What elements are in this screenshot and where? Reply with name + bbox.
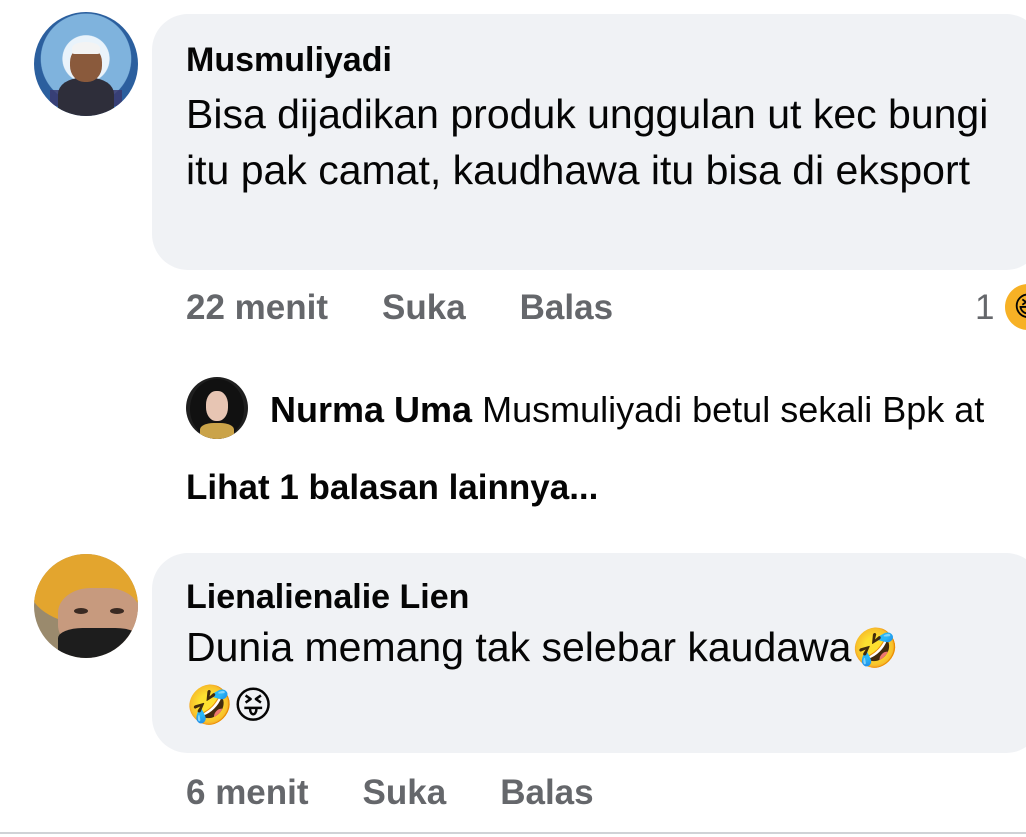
laughing-emoji-icon[interactable]: 😆 bbox=[1005, 284, 1026, 330]
rofl-emoji-icon: 🤣 bbox=[186, 683, 234, 727]
comment-timestamp[interactable]: 22 menit bbox=[186, 288, 328, 328]
comment-text-body: Dunia memang tak selebar kaudawa bbox=[186, 624, 852, 670]
comment-author[interactable]: Lienalienalie Lien bbox=[186, 577, 1012, 617]
comment-author[interactable]: Musmuliyadi bbox=[186, 40, 1012, 80]
avatar-nurma-uma[interactable] bbox=[186, 377, 248, 439]
avatar-eye bbox=[110, 608, 124, 614]
comment-bubble[interactable]: Musmuliyadi Bisa dijadikan produk unggul… bbox=[152, 14, 1026, 270]
avatar-face bbox=[206, 391, 228, 421]
comment-text: Dunia memang tak selebar kaudawa🤣 🤣😝 bbox=[186, 619, 996, 733]
avatar-mask bbox=[58, 628, 138, 658]
like-button[interactable]: Suka bbox=[363, 773, 447, 813]
avatar-lienalienalie-lien[interactable] bbox=[34, 554, 138, 658]
squinting-tongue-emoji-icon: 😝 bbox=[233, 683, 273, 727]
reply-text: Musmuliyadi betul sekali Bpk at bbox=[482, 389, 985, 430]
comment-actions: 22 menit Suka Balas bbox=[186, 288, 613, 328]
reply-preview[interactable]: Nurma Uma Musmuliyadi betul sekali Bpk a… bbox=[270, 390, 984, 430]
like-button[interactable]: Suka bbox=[382, 288, 466, 328]
comment-text: Bisa dijadikan produk unggulan ut kec bu… bbox=[186, 91, 989, 193]
rofl-emoji-icon: 🤣 bbox=[851, 626, 899, 670]
comment-actions: 6 menit Suka Balas bbox=[186, 773, 594, 813]
reply-button[interactable]: Balas bbox=[500, 773, 593, 813]
comment-bubble[interactable]: Lienalienalie Lien Dunia memang tak sele… bbox=[152, 553, 1026, 753]
avatar-cap bbox=[72, 42, 100, 54]
reply-author[interactable]: Nurma Uma bbox=[270, 389, 472, 430]
avatar-body bbox=[58, 78, 114, 116]
avatar-eye bbox=[74, 608, 88, 614]
comment-timestamp[interactable]: 6 menit bbox=[186, 773, 309, 813]
reply-button[interactable]: Balas bbox=[520, 288, 613, 328]
reaction-count[interactable]: 1 bbox=[975, 288, 994, 328]
view-more-replies-link[interactable]: Lihat 1 balasan lainnya... bbox=[186, 468, 598, 508]
avatar-shirt bbox=[200, 423, 234, 439]
divider bbox=[0, 832, 1026, 834]
avatar-musmuliyadi[interactable] bbox=[34, 12, 138, 116]
